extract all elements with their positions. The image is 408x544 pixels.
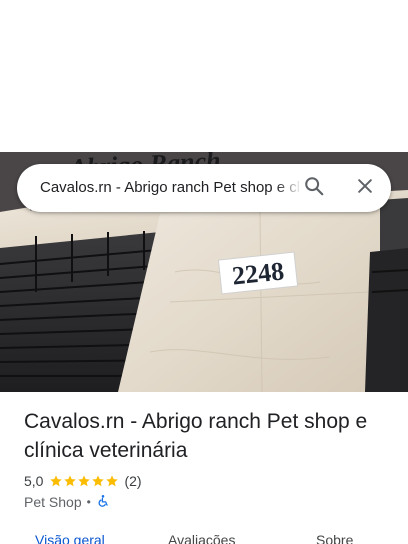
search-bar[interactable]: Cavalos.rn - Abrigo ranch Pet shop e clí… xyxy=(17,164,391,212)
house-number-plate: 2248 xyxy=(231,256,286,290)
tab-reviews[interactable]: Avaliações xyxy=(168,532,235,544)
star-icon xyxy=(50,475,63,487)
place-category: Pet Shop xyxy=(24,494,82,510)
star-rating xyxy=(49,474,119,488)
star-icon xyxy=(106,475,119,487)
search-button[interactable] xyxy=(298,172,330,204)
tab-overview[interactable]: Visão geral xyxy=(35,532,105,544)
place-title: Cavalos.rn - Abrigo ranch Pet shop e clí… xyxy=(24,410,368,462)
star-icon xyxy=(92,475,105,487)
place-tabs: Visão geral Avaliações Sobre xyxy=(0,530,408,544)
blank-map-area xyxy=(0,0,408,152)
rating-value: 5,0 xyxy=(24,473,44,489)
star-icon xyxy=(64,475,77,487)
category-row: Pet Shop • xyxy=(24,493,110,511)
search-icon xyxy=(303,175,325,202)
search-input[interactable]: Cavalos.rn - Abrigo ranch Pet shop e clí… xyxy=(40,178,302,198)
close-icon xyxy=(355,176,375,201)
tab-about[interactable]: Sobre xyxy=(316,532,353,544)
wheelchair-accessible-icon xyxy=(96,494,110,511)
rating-row[interactable]: 5,0 (2) xyxy=(24,472,142,490)
separator-dot: • xyxy=(86,495,91,509)
review-count[interactable]: (2) xyxy=(124,473,141,489)
star-icon xyxy=(78,475,91,487)
clear-search-button[interactable] xyxy=(349,172,381,204)
